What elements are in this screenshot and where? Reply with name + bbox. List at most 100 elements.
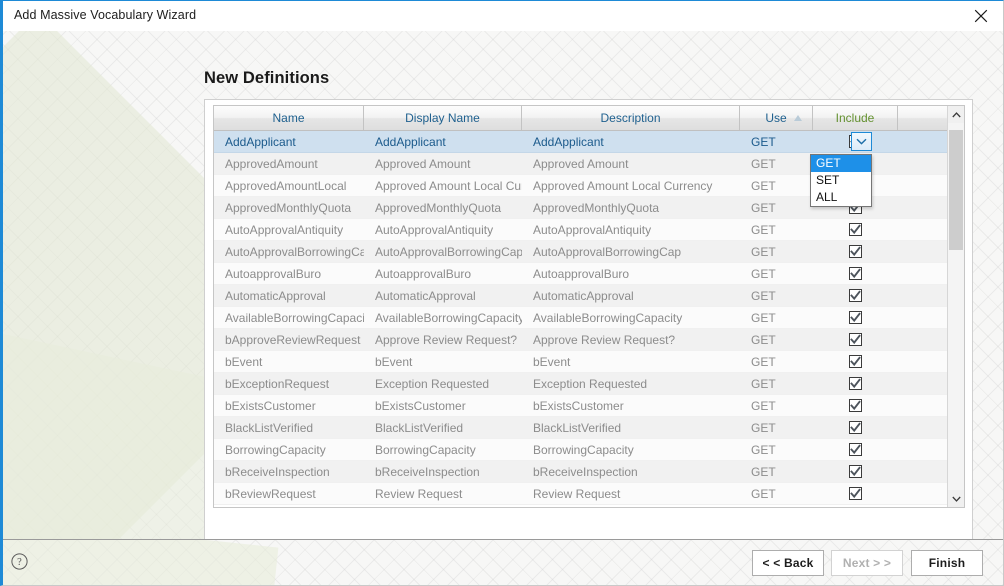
grid-header-desc[interactable]: Description: [522, 106, 740, 130]
include-checkbox[interactable]: [849, 245, 862, 258]
cell-name: bReviewRequest: [225, 486, 316, 501]
cell-use[interactable]: GET: [740, 175, 813, 196]
cell-use[interactable]: GET: [740, 461, 813, 482]
cell-use[interactable]: GET: [740, 241, 813, 262]
cell-include[interactable]: [813, 285, 898, 306]
use-combobox-option-list[interactable]: GET SET ALL: [810, 154, 872, 207]
question-mark-circle-icon[interactable]: ?: [11, 553, 28, 570]
chevron-down-icon[interactable]: [948, 490, 964, 507]
table-row[interactable]: AutoApprovalAntiquity AutoApprovalAntiqui…: [214, 219, 964, 241]
cell-include[interactable]: [813, 483, 898, 504]
grid-header-label: Description: [600, 111, 661, 125]
grid-header-use[interactable]: Use: [740, 106, 813, 130]
cell-use[interactable]: GET: [740, 373, 813, 394]
cell-desc: BorrowingCapacity: [533, 442, 634, 457]
cell-name: bReceiveInspection: [225, 464, 330, 479]
cell-use[interactable]: GET: [740, 395, 813, 416]
finish-button[interactable]: Finish: [911, 550, 983, 576]
cell-use[interactable]: GET: [740, 307, 813, 328]
grid-vertical-scrollbar[interactable]: [947, 106, 964, 507]
cell-include[interactable]: [813, 263, 898, 284]
cell-include[interactable]: [813, 351, 898, 372]
cell-include[interactable]: [813, 395, 898, 416]
cell-include[interactable]: [813, 373, 898, 394]
cell-desc: Review Request: [533, 486, 621, 501]
scrollbar-thumb[interactable]: [949, 130, 963, 250]
cell-include[interactable]: [813, 241, 898, 262]
cell-use[interactable]: GET: [740, 131, 813, 152]
cell-include[interactable]: [813, 439, 898, 460]
table-row[interactable]: BlackListVerified BlackListVerified BlackL…: [214, 417, 964, 439]
include-checkbox[interactable]: [849, 289, 862, 302]
window-title: Add Massive Vocabulary Wizard: [14, 8, 197, 22]
cell-include[interactable]: [813, 461, 898, 482]
table-row[interactable]: bReceiveInspection bReceiveInspection bRec…: [214, 461, 964, 483]
cell-use[interactable]: GET: [740, 197, 813, 218]
cell-name: AutomaticApproval: [225, 288, 326, 303]
cell-include[interactable]: [813, 219, 898, 240]
cell-display: Exception Requested: [375, 376, 490, 391]
cell-desc: AutoApprovalBorrowingCap: [533, 244, 682, 259]
cell-display: AutoApprovalAntiquity: [375, 222, 494, 237]
include-checkbox[interactable]: [849, 223, 862, 236]
cell-use[interactable]: GET: [740, 153, 813, 174]
cell-display: Review Request: [375, 486, 463, 501]
cell-include[interactable]: [813, 307, 898, 328]
table-row[interactable]: bReviewRequest Review Request Review Reque…: [214, 483, 964, 505]
include-checkbox[interactable]: [849, 421, 862, 434]
table-row[interactable]: AvailableBorrowingCapacity AvailableBorro…: [214, 307, 964, 329]
cell-desc: Approved Amount: [533, 156, 629, 171]
chevron-down-icon[interactable]: [851, 132, 872, 151]
back-button[interactable]: < < Back: [752, 550, 824, 576]
include-checkbox[interactable]: [849, 267, 862, 280]
cell-use[interactable]: GET: [740, 329, 813, 350]
use-option-set[interactable]: SET: [811, 172, 871, 189]
cell-desc: Approve Review Request?: [533, 332, 676, 347]
definitions-panel: Name Display Name Description Use Include Ad…: [204, 99, 973, 540]
include-checkbox[interactable]: [849, 443, 862, 456]
use-combobox[interactable]: GET SET ALL: [808, 131, 872, 207]
grid-header-include[interactable]: Include: [813, 106, 898, 130]
cell-use[interactable]: GET: [740, 439, 813, 460]
table-row[interactable]: BorrowingCapacity BorrowingCapacity Borrow…: [214, 439, 964, 461]
table-row[interactable]: AutoApprovalBorrowingCap AutoApprovalBorr…: [214, 241, 964, 263]
cell-use[interactable]: GET: [740, 417, 813, 438]
cell-name: ApprovedMonthlyQuota: [225, 200, 352, 215]
close-icon[interactable]: [959, 1, 1003, 30]
cell-use[interactable]: GET: [740, 219, 813, 240]
table-row[interactable]: bExistsCustomer bExistsCustomer bExistsCus…: [214, 395, 964, 417]
table-row[interactable]: bEvent bEvent bEvent GET: [214, 351, 964, 373]
include-checkbox[interactable]: [849, 487, 862, 500]
chevron-up-icon[interactable]: [948, 106, 964, 123]
include-checkbox[interactable]: [849, 377, 862, 390]
cell-desc: ApprovedMonthlyQuota: [533, 200, 660, 215]
cell-display: ApprovedMonthlyQuota: [375, 200, 502, 215]
cell-use[interactable]: GET: [740, 285, 813, 306]
cell-display: BorrowingCapacity: [375, 442, 476, 457]
include-checkbox[interactable]: [849, 465, 862, 478]
cell-name: bEvent: [225, 354, 263, 369]
grid-header-display[interactable]: Display Name: [364, 106, 522, 130]
cell-display: bEvent: [375, 354, 413, 369]
include-checkbox[interactable]: [849, 333, 862, 346]
cell-include[interactable]: [813, 417, 898, 438]
cell-display: AddApplicant: [375, 134, 446, 149]
table-row[interactable]: AutoapprovalBuro AutoapprovalBuro Autoappr…: [214, 263, 964, 285]
grid-header-name[interactable]: Name: [214, 106, 364, 130]
cell-use[interactable]: GET: [740, 263, 813, 284]
include-checkbox[interactable]: [849, 311, 862, 324]
cell-use[interactable]: GET: [740, 351, 813, 372]
cell-display: Approved Amount Local Curr...: [375, 178, 522, 193]
include-checkbox[interactable]: [849, 399, 862, 412]
use-option-get[interactable]: GET: [811, 155, 871, 172]
cell-use[interactable]: GET: [740, 483, 813, 504]
table-row[interactable]: bExceptionRequest Exception Requested Exce…: [214, 373, 964, 395]
grid-header-label: Use: [765, 111, 787, 125]
table-row[interactable]: AutomaticApproval AutomaticApproval Automa…: [214, 285, 964, 307]
definitions-grid: Name Display Name Description Use Include Ad…: [213, 105, 965, 508]
table-row[interactable]: bApproveReviewRequest Approve Review Requ…: [214, 329, 964, 351]
include-checkbox[interactable]: [849, 355, 862, 368]
cell-name: AutoApprovalAntiquity: [225, 222, 344, 237]
cell-include[interactable]: [813, 329, 898, 350]
use-option-all[interactable]: ALL: [811, 189, 871, 206]
